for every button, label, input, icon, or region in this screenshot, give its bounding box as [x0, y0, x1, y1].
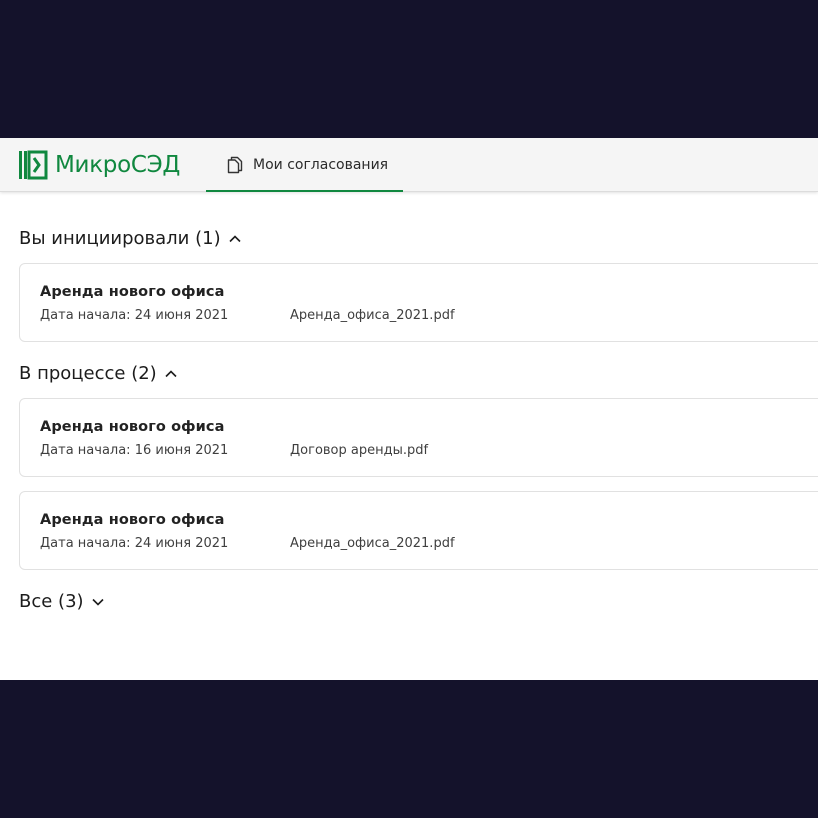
app-logo[interactable]: МикроСЭД [18, 149, 180, 181]
section-title: Все (3) [19, 591, 84, 612]
tab-label: Мои согласования [253, 156, 389, 173]
section-header-initiated[interactable]: Вы инициировали (1) [19, 228, 242, 249]
microsed-logo-icon [19, 150, 48, 180]
card-attachment[interactable]: Договор аренды.pdf [290, 443, 428, 458]
section-header-all[interactable]: Все (3) [19, 591, 105, 612]
section-header-in-progress[interactable]: В процессе (2) [19, 363, 178, 384]
card-title: Аренда нового офиса [40, 284, 225, 300]
tab-my-approvals[interactable]: Мои согласования [206, 138, 403, 192]
card-title: Аренда нового офиса [40, 419, 225, 435]
card-start-date: Дата начала: 24 июня 2021 [40, 536, 229, 551]
chevron-up-icon [229, 234, 241, 242]
approval-card[interactable]: Аренда нового офиса Дата начала: 16 июня… [19, 398, 818, 477]
card-start-date: Дата начала: 24 июня 2021 [40, 308, 229, 323]
logo-text: МикроСЭД [55, 152, 181, 178]
card-attachment[interactable]: Аренда_офиса_2021.pdf [290, 308, 455, 323]
card-title: Аренда нового офиса [40, 512, 225, 528]
documents-icon [227, 156, 243, 173]
chevron-down-icon [91, 598, 104, 606]
section-title: В процессе (2) [19, 363, 157, 384]
card-attachment[interactable]: Аренда_офиса_2021.pdf [290, 536, 455, 551]
approval-card[interactable]: Аренда нового офиса Дата начала: 24 июня… [19, 491, 818, 570]
app-window: МикроСЭД Мои согласования Вы инициировал… [0, 138, 818, 680]
card-start-date: Дата начала: 16 июня 2021 [40, 443, 229, 458]
section-title: Вы инициировали (1) [19, 228, 221, 249]
approval-card[interactable]: Аренда нового офиса Дата начала: 24 июня… [19, 263, 818, 342]
top-navigation-bar: МикроСЭД Мои согласования [0, 138, 818, 192]
chevron-up-icon [165, 369, 177, 377]
